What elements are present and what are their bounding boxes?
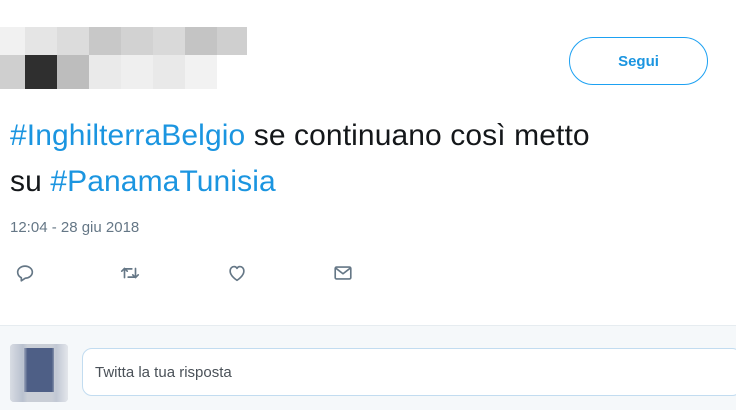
like-icon — [229, 265, 245, 282]
tweet-actions — [0, 258, 736, 288]
retweet-icon — [120, 267, 140, 279]
tweet-text: #InghilterraBelgio se continuano così me… — [10, 113, 730, 205]
tweet-text-part: su — [10, 165, 51, 198]
tweet-timestamp[interactable]: 12:04 - 28 giu 2018 — [10, 219, 139, 236]
reply-button[interactable] — [10, 258, 40, 288]
direct-message-button[interactable] — [328, 258, 358, 288]
avatar — [10, 344, 68, 402]
direct-message-icon — [334, 266, 352, 280]
retweet-button[interactable] — [115, 258, 145, 288]
like-button[interactable] — [222, 258, 252, 288]
follow-button[interactable]: Segui — [569, 37, 708, 85]
obscured-author-info — [0, 14, 250, 94]
tweet-text-part: se continuano così metto — [245, 119, 590, 152]
hashtag-link[interactable]: #PanamaTunisia — [50, 165, 275, 198]
reply-icon — [16, 265, 34, 282]
hashtag-link[interactable]: #InghilterraBelgio — [10, 119, 245, 152]
reply-input[interactable] — [82, 348, 736, 396]
reply-composer — [0, 325, 736, 410]
